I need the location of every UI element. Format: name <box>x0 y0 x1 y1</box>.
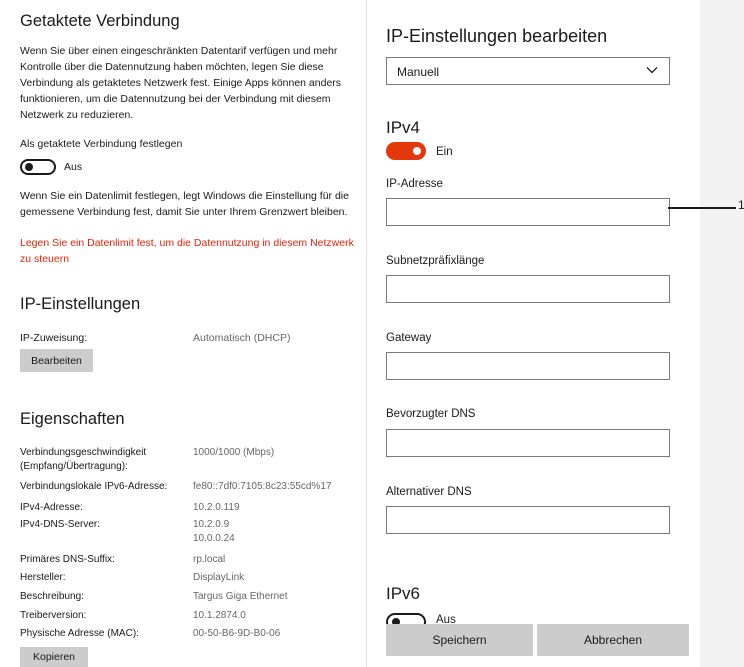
property-key-link-speed: Verbindungsgeschwindigkeit (Empfang/Über… <box>20 446 180 474</box>
metered-description-line: funktionieren, um die Datennutzung bei d… <box>20 93 331 105</box>
cancel-button[interactable]: Abbrechen <box>537 624 689 656</box>
toggle-knob <box>25 163 33 171</box>
property-value-description: Targus Giga Ethernet <box>193 591 288 602</box>
subnet-prefix-input[interactable] <box>386 275 670 303</box>
ip-assignment-label: IP-Zuweisung: <box>20 332 88 344</box>
metered-description-line: Kontrolle über die Datennutzung haben mö… <box>20 61 324 73</box>
property-key-description: Beschreibung: <box>20 591 84 602</box>
ipv4-toggle-state: Ein <box>436 146 453 158</box>
ip-mode-value: Manuell <box>397 65 440 79</box>
metered-description: Wenn Sie über einen eingeschränkten Date… <box>20 43 341 123</box>
ipv4-heading: IPv4 <box>386 118 421 137</box>
edit-ip-settings-dialog: IP-Einstellungen bearbeiten Manuell IPv4… <box>366 0 700 667</box>
edit-ip-button[interactable]: Bearbeiten <box>20 349 93 372</box>
alternate-dns-input[interactable] <box>386 506 670 534</box>
ipv4-toggle[interactable] <box>386 142 426 160</box>
ip-settings-title: IP-Einstellungen <box>20 295 141 313</box>
set-data-limit-link-line: zu steuern <box>20 253 70 265</box>
set-data-limit-link[interactable]: Legen Sie ein Datenlimit fest, um die Da… <box>20 235 354 267</box>
set-data-limit-link-line: Legen Sie ein Datenlimit fest, um die Da… <box>20 237 354 249</box>
property-value-ipv4-dns: 10.2.0.9 10.0.0.24 <box>193 518 235 546</box>
property-value-link-speed: 1000/1000 (Mbps) <box>193 447 275 458</box>
metered-description-line: Wenn Sie über einen eingeschränkten Date… <box>20 45 338 57</box>
property-key-manufacturer: Hersteller: <box>20 572 66 583</box>
alternate-dns-label: Alternativer DNS <box>386 486 472 498</box>
ip-assignment-value: Automatisch (DHCP) <box>193 332 291 344</box>
property-key-mac: Physische Adresse (MAC): <box>20 628 139 639</box>
metered-toggle-label: Als getaktete Verbindung festlegen <box>20 138 183 150</box>
dialog-title: IP-Einstellungen bearbeiten <box>386 26 608 46</box>
metered-toggle-state: Aus <box>64 161 83 173</box>
data-limit-info-line: gemessene Verbindung fest, damit Sie unt… <box>20 206 348 218</box>
property-value-ipv4: 10.2.0.119 <box>193 502 240 513</box>
ipv6-heading: IPv6 <box>386 584 421 603</box>
callout-number: 1 <box>738 198 744 212</box>
property-key-ipv6-local: Verbindungslokale IPv6-Adresse: <box>20 481 168 492</box>
ip-address-input[interactable] <box>386 198 670 226</box>
toggle-knob <box>413 147 421 155</box>
property-value-driver-version: 10.1.2874.0 <box>193 610 246 621</box>
network-settings-pane: Getaktete Verbindung Wenn Sie über einen… <box>0 0 366 667</box>
property-value-dns-suffix: rp.local <box>193 554 226 565</box>
ip-mode-select[interactable]: Manuell <box>386 57 670 85</box>
dns-server-value: 10.2.0.9 <box>193 519 230 530</box>
property-value-mac: 00-50-B6-9D-B0-06 <box>193 628 281 639</box>
data-limit-info: Wenn Sie ein Datenlimit festlegen, legt … <box>20 188 349 220</box>
gateway-label: Gateway <box>386 332 432 344</box>
chevron-down-icon <box>646 67 658 74</box>
dns-server-value: 10.0.0.24 <box>193 533 235 544</box>
property-key-ipv4: IPv4-Adresse: <box>20 502 83 513</box>
copy-properties-button[interactable]: Kopieren <box>20 647 88 667</box>
property-value-ipv6-local: fe80::7df0:7105:8c23:55cd%17 <box>193 481 332 492</box>
property-key-ipv4-dns: IPv4-DNS-Server: <box>20 519 101 530</box>
property-key-line: Verbindungsgeschwindigkeit <box>20 447 147 458</box>
property-key-dns-suffix: Primäres DNS-Suffix: <box>20 554 115 565</box>
preferred-dns-label: Bevorzugter DNS <box>386 408 476 420</box>
metered-connection-title: Getaktete Verbindung <box>20 12 180 30</box>
property-value-manufacturer: DisplayLink <box>193 572 245 583</box>
gateway-input[interactable] <box>386 352 670 380</box>
metered-description-line: Netzwerk zu reduzieren. <box>20 109 134 121</box>
ip-address-label: IP-Adresse <box>386 178 443 190</box>
data-limit-info-line: Wenn Sie ein Datenlimit festlegen, legt … <box>20 190 349 202</box>
preferred-dns-input[interactable] <box>386 429 670 457</box>
property-key-line: (Empfang/Übertragung): <box>20 461 128 472</box>
property-key-driver-version: Treiberversion: <box>20 610 87 621</box>
save-button[interactable]: Speichern <box>386 624 533 656</box>
metered-description-line: Verbindung als getaktetes Netzwerk fest.… <box>20 77 342 89</box>
subnet-prefix-label: Subnetzpräfixlänge <box>386 255 485 267</box>
callout-line <box>668 207 736 209</box>
metered-toggle[interactable] <box>20 159 56 175</box>
properties-title: Eigenschaften <box>20 410 125 428</box>
